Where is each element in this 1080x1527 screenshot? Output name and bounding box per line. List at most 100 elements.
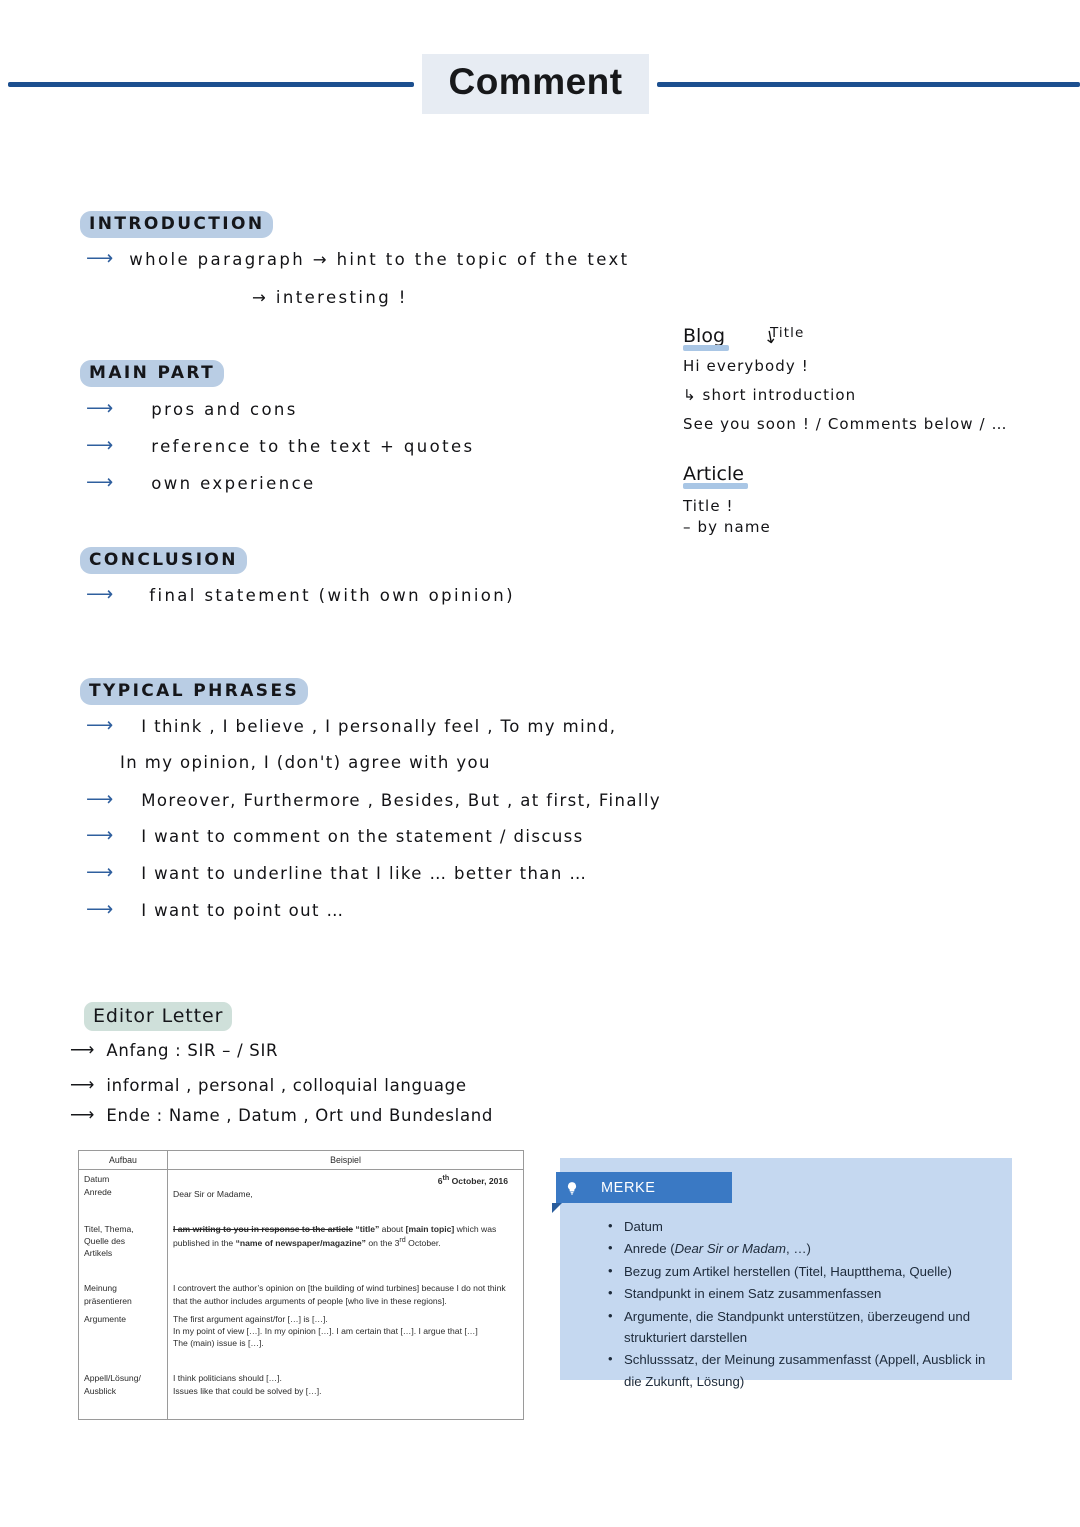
typical-phrase-4: ⟶ I want to comment on the statement / d… [86,825,584,848]
table-body-line: I think politicians should […]. [173,1373,282,1384]
header-rule-left [8,81,415,87]
merke-header: MERKE [552,1172,732,1213]
arrow-icon: ⟶ [70,1105,95,1124]
arrow-icon: ⟶ [70,1040,95,1059]
table-row: Argumente The first argument against/for… [79,1309,524,1353]
editor-letter-line-2: ⟶ informal , personal , colloquial langu… [70,1076,467,1097]
typical-phrase-3: ⟶ Moreover, Furthermore , Besides, But ,… [86,789,661,812]
list-item: Bezug zum Artikel herstellen (Titel, Hau… [608,1260,986,1282]
table-cell-label: Titel, Thema, Quelle des Artikels [79,1219,168,1263]
merke-callout: MERKE Datum Anrede (Dear Sir or Madam, …… [552,1158,1012,1389]
editor-letter-line-1-text: Anfang : SIR – / SIR [106,1041,279,1060]
typical-phrase-3-text: Moreover, Furthermore , Besides, But , a… [141,791,661,810]
table-header-aufbau: Aufbau [79,1151,168,1171]
table-header-beispiel: Beispiel [167,1151,523,1171]
section-heading-typical-phrases: TYPICAL PHRASES [80,678,309,705]
list-item: Schlusssatz, der Meinung zusammenfasst (… [608,1348,986,1392]
page-header: Comment [0,48,1080,120]
table-cell-label: Datum Anrede [79,1169,168,1203]
label-line: Ausblick [84,1385,116,1396]
table-date: 6th October, 2016 [437,1174,508,1187]
table-cell-body: I am writing to you in response to the a… [168,1220,524,1263]
note-blog-line-3: See you soon ! / Comments below / … [683,415,1008,433]
table-spacer-row [79,1352,523,1370]
table-cell-body: The first argument against/for […] is […… [168,1310,524,1353]
table-body-line: Issues like that could be solved by […]. [173,1385,322,1396]
typical-phrase-2-text: In my opinion, I (don't) agree with you [120,753,491,772]
table-cell-label: Argumente [79,1309,168,1353]
note-blog-line-2: ↳ short introduction [683,386,857,404]
label-line: Appell/Lösung/ [84,1373,141,1384]
note-blog-line-1: Hi everybody ! [683,357,809,375]
table-cell-label: Meinung präsentieren [79,1279,168,1310]
table-row: Appell/Lösung/ Ausblick I think politici… [79,1369,524,1419]
page-title: Comment [448,60,623,102]
arrow-icon: ⟶ [86,825,114,846]
introduction-line-2: → interesting ! [252,288,408,309]
table-cell-body: I think politicians should […]. Issues l… [168,1369,524,1418]
table-spacer-row [79,1202,523,1220]
note-blog-title-label: Title [770,325,805,341]
table-body-line: The (main) issue is […]. [173,1338,264,1349]
arrow-icon: ⟶ [86,789,114,810]
arrow-icon: ⟶ [86,862,114,883]
typical-phrase-6: ⟶ I want to point out … [86,899,345,922]
label-line: Anrede [84,1186,112,1197]
label-line: Argumente [84,1313,127,1324]
note-article-line-1: Title ! [683,497,734,515]
list-item: Argumente, die Standpunkt unterstützen, … [608,1305,986,1349]
label-line: Meinung [84,1283,117,1294]
table-body-line: Dear Sir or Madame, [173,1188,253,1199]
lightbulb-icon [567,1181,577,1195]
typical-phrase-5-text: I want to underline that I like … better… [141,864,588,883]
note-article-line-2: – by name [683,518,771,536]
aufbau-beispiel-table: Aufbau Beispiel Datum Anrede 6th October… [78,1150,524,1420]
note-heading-blog: Blog [683,325,729,351]
header-rule-right [656,81,1080,87]
typical-phrase-1: ⟶ I think , I believe , I personally fee… [86,715,616,738]
arrow-icon: ⟶ [86,398,114,419]
merke-list: Datum Anrede (Dear Sir or Madam, …) Bezu… [606,1215,986,1393]
section-heading-editor-letter: Editor Letter [84,1002,233,1031]
label-line: präsentieren [84,1295,132,1306]
table-body-line: I am writing to you in response to the a… [173,1223,497,1248]
main-part-line-1: ⟶ pros and cons [86,398,298,421]
section-heading-main-part: MAIN PART [80,360,225,387]
arrow-icon: ⟶ [86,248,114,269]
table-body-line: The first argument against/for […] is […… [173,1313,328,1324]
section-heading-introduction: INTRODUCTION [80,211,274,238]
label-line: Quelle des [84,1235,126,1246]
editor-letter-line-3-text: Ende : Name , Datum , Ort und Bundesland [106,1106,494,1125]
typical-phrase-4-text: I want to comment on the statement / dis… [141,827,584,846]
table-body-line: In my point of view […]. In my opinion [… [173,1325,478,1336]
arrow-icon: ⟶ [86,472,114,493]
arrow-icon: ⟶ [86,584,114,605]
editor-letter-line-3: ⟶ Ende : Name , Datum , Ort und Bundesla… [70,1106,493,1127]
introduction-line-1-text: whole paragraph → hint to the topic of t… [129,250,630,269]
table-spacer-row [79,1262,523,1280]
arrow-icon: ⟶ [86,899,114,920]
introduction-line-1: ⟶ whole paragraph → hint to the topic of… [86,248,630,271]
table-body-line: I controvert the author’s opinion on [th… [173,1283,506,1306]
section-heading-conclusion: CONCLUSION [80,547,247,574]
page-title-box: Comment [422,53,649,115]
list-item: Standpunkt in einem Satz zusammenfassen [608,1282,986,1304]
table-cell-body: I controvert the author’s opinion on [th… [168,1279,524,1309]
note-heading-article: Article [683,463,748,489]
arrow-icon: ⟶ [70,1075,95,1094]
label-line: Artikels [84,1248,113,1259]
typical-phrase-5: ⟶ I want to underline that I like … bett… [86,862,588,885]
conclusion-line-1-text: final statement (with own opinion) [149,586,515,605]
merke-title: MERKE [601,1179,656,1196]
list-item: Anrede (Dear Sir or Madam, …) [608,1237,986,1259]
table-row: Meinung präsentieren I controvert the au… [79,1279,524,1310]
main-part-line-2-text: reference to the text + quotes [151,437,475,456]
typical-phrase-6-text: I want to point out … [141,901,345,920]
introduction-line-2-text: → interesting ! [252,288,408,307]
arrow-icon: ⟶ [86,715,114,736]
editor-letter-line-2-text: informal , personal , colloquial languag… [106,1076,467,1095]
main-part-line-3-text: own experience [151,474,316,493]
label-line: Datum [84,1174,110,1185]
list-item: Datum [608,1215,986,1237]
table-cell-label: Appell/Lösung/ Ausblick [79,1369,168,1419]
